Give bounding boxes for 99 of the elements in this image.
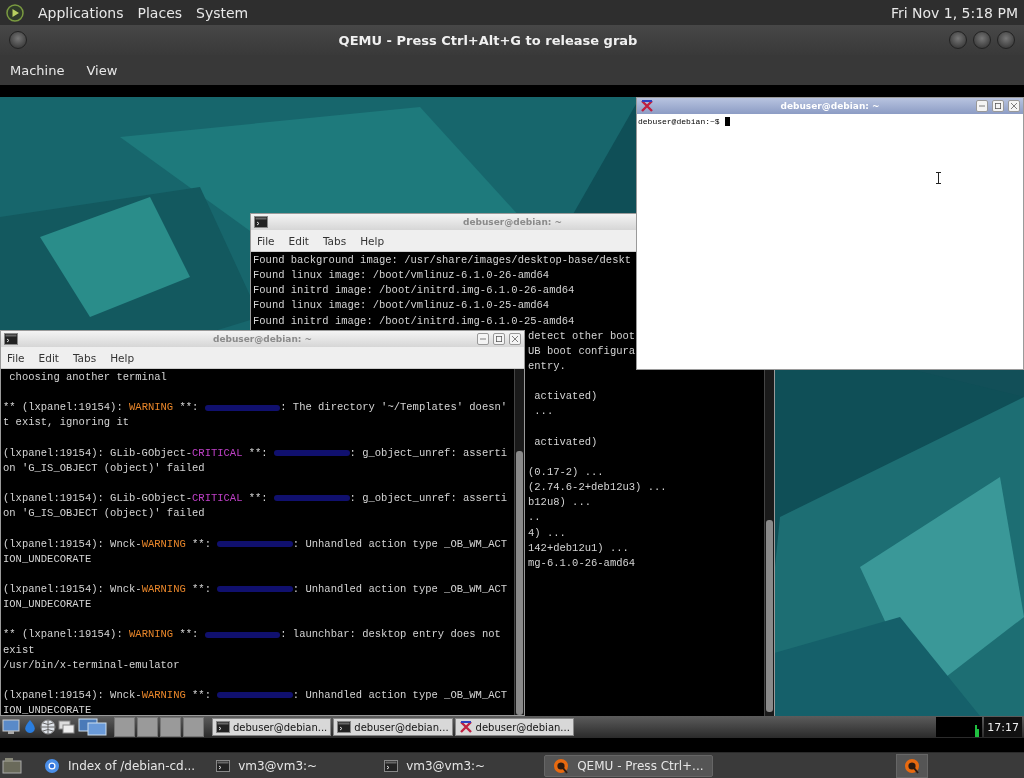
window-title: debuser@debian: ~ [212,334,313,344]
maximize-icon [995,103,1001,109]
minimize-button[interactable] [976,100,988,112]
log-line: on 'G_IS_OBJECT (object)' failed [3,506,205,522]
menu-item[interactable]: Machine [10,62,65,78]
log-line: ** (lxpanel:19154): WARNING **: : The directory '~/Templates' doesn' [3,400,508,416]
log-line: choosing another terminal [8,370,167,385]
task-button[interactable]: QEMU - Press Ctrl+... [544,754,713,777]
terminal-line: Found initrd image: /boot/initrd.img-6.1.0-26-amd64 [253,283,575,299]
terminal-line: Found initrd image: /boot/initrd.img-6.1.0-25-amd64 [253,313,575,329]
terminal-line: activated) [533,389,598,405]
terminal-line: Found background image: /usr/share/images/desktop-base/deskt [253,253,632,268]
log-line: (lxpanel:19154): Wnck-WARNING **: : Unhandled action type _OB_WM_ACT [3,536,508,552]
maximize-icon [496,336,502,342]
menu-item[interactable]: File [257,234,275,247]
qemu-icon [904,757,920,774]
maximize-button[interactable] [992,100,1004,112]
log-line: on 'G_IS_OBJECT (object)' failed [3,460,205,476]
terminal-line: entry. [528,359,566,374]
task-button[interactable]: debuser@debian... [454,718,574,736]
log-line: (lxpanel:19154): Wnck-WARNING **: : Unhandled action type _OB_WM_ACT [3,581,508,597]
terminal-line: Found linux image: /boot/vmlinuz-6.1.0-26-amd64 [253,268,550,284]
log-line: (lxpanel:19154): Wnck-WARNING **: : Unhandled action type _OB_WM_ACT [3,687,508,703]
menu-item[interactable]: File [7,351,25,364]
text-cursor [724,117,730,126]
log-line: ** (lxpanel:19154): WARNING **: : launchbar: desktop entry does not [3,627,501,643]
terminal-line: detect other boot [528,328,636,344]
task-button[interactable]: vm3@vm3:~ [208,754,372,777]
menu-item[interactable]: Edit [288,234,309,247]
minimize-icon [979,105,985,107]
close-button[interactable] [509,333,521,345]
task-button[interactable]: vm3@vm3:~ [376,754,540,777]
menu-item[interactable]: Help [360,234,385,247]
show-desktop-icon[interactable] [2,756,22,775]
play-icon[interactable] [6,3,24,22]
log-line: ION_UNDECORATE [3,597,92,613]
task-button[interactable]: debuser@debian... [333,718,453,736]
terminal-line: activated) [533,434,598,450]
terminal-icon [337,721,352,733]
menu-item[interactable]: Tabs [72,351,97,364]
terminal-line: mg-6.1.0-26-amd64 [528,555,636,571]
task-button[interactable]: debuser@debian... [212,718,332,736]
x-letter-icon [458,720,473,734]
terminal-icon [254,216,268,228]
panel-menu[interactable]: Places [137,4,183,21]
window-title: debuser@debian: ~ [462,217,563,227]
qemu-launcher-button[interactable] [896,753,928,778]
terminal-icon [216,759,231,772]
window-title: QEMU - Press Ctrl+Alt+G to release grab [338,32,638,48]
minimize-button[interactable] [949,31,967,49]
log-line: (lxpanel:19154): GLib-GObject-CRITICAL **: : g_object_unref: asserti [3,445,508,461]
log-line: t exist, ignoring it [3,415,130,431]
log-line: ION_UNDECORATE [3,551,92,567]
window-menu-button[interactable] [9,31,27,49]
x-letter-icon [640,99,654,113]
log-line: /usr/bin/x-terminal-emulator [3,657,180,673]
terminal-line: (2.74.6-2+deb12u3) ... [528,480,667,496]
globe-icon [44,757,60,774]
terminal-line: 4) ... [528,525,566,541]
desktops-icon[interactable] [78,718,108,736]
terminal-line: (0.17-2) ... [528,464,604,480]
minimize-icon [480,338,486,340]
close-icon [1011,103,1017,109]
clock[interactable]: Fri Nov 1, 5:18 PM [890,4,1018,21]
log-line: (lxpanel:19154): GLib-GObject-CRITICAL **: : g_object_unref: asserti [3,491,508,507]
close-button[interactable] [1008,100,1020,112]
menu-item[interactable]: Tabs [322,234,347,247]
panel-menu[interactable]: Applications [38,4,124,21]
terminal-line: ... [533,404,554,420]
maximize-button[interactable] [493,333,505,345]
log-line: exist [3,642,35,658]
menu-item[interactable]: Help [110,351,135,364]
globe-icon[interactable] [40,719,56,735]
close-icon [512,336,518,342]
scrollbar-thumb[interactable] [766,520,773,712]
panel-menu[interactable]: System [196,4,249,21]
terminal-line: 142+deb12u1) ... [528,540,629,556]
terminal-line: UB boot configura [528,343,636,359]
shell-prompt: debuser@debian:~$ [638,117,720,126]
scrollbar-thumb[interactable] [516,451,523,715]
clock[interactable]: 17:17 [984,717,1022,737]
computer-icon[interactable] [2,719,20,735]
terminal-icon [384,759,399,772]
log-line: ION_UNDECORATE [3,703,92,715]
terminal-icon [216,721,230,733]
menu-item[interactable]: View [86,62,118,78]
minimize-button[interactable] [477,333,489,345]
i-beam-cursor-icon [935,172,942,184]
qemu-icon [553,757,570,774]
close-button[interactable] [997,31,1015,49]
menu-item[interactable]: Edit [38,351,59,364]
task-button[interactable]: Index of /debian-cd... [36,754,204,777]
window-title: debuser@debian: ~ [780,101,880,111]
terminal-icon [4,333,18,345]
terminal-line: Found linux image: /boot/vmlinuz-6.1.0-25-amd64 [253,298,550,314]
maximize-button[interactable] [973,31,991,49]
windows-icon[interactable] [58,719,76,735]
terminal-line: .. [528,510,541,526]
terminal-line: b12u8) ... [528,495,591,511]
